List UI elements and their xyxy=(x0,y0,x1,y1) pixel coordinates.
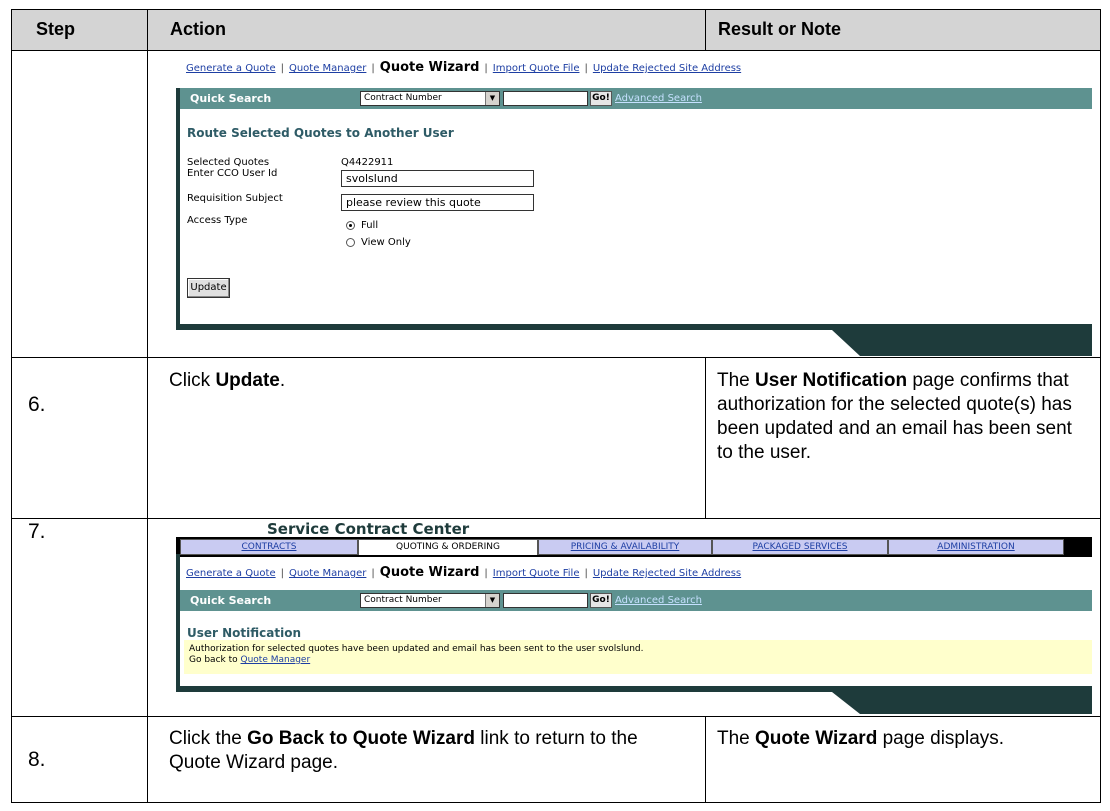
result-text: page displays. xyxy=(877,728,1005,749)
header-result: Result or Note xyxy=(718,19,842,39)
frame-border xyxy=(176,88,180,326)
go-back-prefix: Go back to xyxy=(189,655,241,665)
go-button[interactable]: Go! xyxy=(590,91,612,106)
frame-border xyxy=(176,554,180,690)
access-view-only-radio[interactable] xyxy=(346,238,355,247)
search-type-value: Contract Number xyxy=(364,595,442,605)
page-title: Route Selected Quotes to Another User xyxy=(187,126,454,140)
tab-administration[interactable]: ADMINISTRATION xyxy=(888,539,1064,555)
step-result: The User Notification page confirms that… xyxy=(717,369,1087,465)
cco-user-label: Enter CCO User Id xyxy=(187,168,278,179)
action-text: Click xyxy=(169,370,216,391)
table-header: Step Action Result or Note xyxy=(12,10,1100,51)
header-action: Action xyxy=(170,19,226,39)
step-action: Click Update. xyxy=(169,369,689,393)
requisition-subject-field[interactable]: please review this quote xyxy=(341,194,534,211)
advanced-search-link[interactable]: Advanced Search xyxy=(615,595,702,606)
quick-search-bar: Quick Search Contract Number ▼ Go! Advanc… xyxy=(180,590,1092,611)
link-update-rejected-site[interactable]: Update Rejected Site Address xyxy=(593,568,741,579)
notification-text: Authorization for selected quotes have b… xyxy=(189,644,644,654)
tab-contracts[interactable]: CONTRACTS xyxy=(180,539,358,555)
row-divider xyxy=(12,357,1100,358)
action-text: Click the xyxy=(169,728,248,749)
search-input[interactable] xyxy=(503,593,588,608)
access-full-label: Full xyxy=(361,220,379,231)
app-title: Service Contract Center xyxy=(267,520,470,538)
step-action: Click the Go Back to Quote Wizard link t… xyxy=(169,727,689,775)
chevron-down-icon: ▼ xyxy=(485,92,499,105)
procedure-table: Step Action Result or Note Generate a Qu… xyxy=(11,9,1101,803)
requisition-subject-label: Requisition Subject xyxy=(187,193,283,204)
link-quote-manager[interactable]: Quote Manager xyxy=(289,568,366,579)
access-view-only-label: View Only xyxy=(361,237,411,248)
advanced-search-link[interactable]: Advanced Search xyxy=(615,93,702,104)
search-type-value: Contract Number xyxy=(364,93,442,103)
col-divider xyxy=(147,10,148,803)
main-tabs: CONTRACTS QUOTING & ORDERING PRICING & A… xyxy=(176,537,1092,557)
action-bold: Go Back to Quote Wizard xyxy=(247,728,475,749)
nav-quote-wizard[interactable]: Quote Wizard xyxy=(380,60,480,75)
access-type-label: Access Type xyxy=(187,215,248,226)
go-button[interactable]: Go! xyxy=(590,593,612,608)
nav-quote-wizard[interactable]: Quote Wizard xyxy=(380,565,480,580)
col-divider xyxy=(705,10,706,50)
screenshot-route-quotes: Generate a Quote | Quote Manager | Quote Wiz… xyxy=(172,54,1092,356)
tab-packaged-services[interactable]: PACKAGED SERVICES xyxy=(712,539,888,555)
tab-pricing-availability[interactable]: PRICING & AVAILABILITY xyxy=(538,539,712,555)
frame-wedge xyxy=(832,692,1092,714)
result-bold: User Notification xyxy=(755,370,908,391)
result-text: The xyxy=(717,728,756,749)
search-input[interactable] xyxy=(503,91,588,106)
quote-manager-link[interactable]: Quote Manager xyxy=(241,655,311,665)
notification-message: Authorization for selected quotes have b… xyxy=(184,640,1092,674)
link-generate-quote[interactable]: Generate a Quote xyxy=(186,568,276,579)
row-divider xyxy=(12,518,1100,519)
screenshot-user-notification: Service Contract Center CONTRACTS QUOTIN… xyxy=(172,520,1092,714)
row-divider xyxy=(12,716,1100,717)
link-quote-manager[interactable]: Quote Manager xyxy=(289,63,366,74)
col-divider xyxy=(705,357,706,518)
step-number: 8. xyxy=(28,748,46,771)
header-step: Step xyxy=(36,19,76,39)
result-text: The xyxy=(717,370,756,391)
page-title: User Notification xyxy=(187,626,301,640)
quick-search-bar: Quick Search Contract Number ▼ Go! Advanc… xyxy=(180,88,1092,109)
selected-quotes-value: Q4422911 xyxy=(341,157,394,168)
link-import-quote-file[interactable]: Import Quote File xyxy=(493,568,580,579)
chevron-down-icon: ▼ xyxy=(485,594,499,607)
go-back-line: Go back to Quote Manager xyxy=(189,655,1087,666)
quote-nav-links: Generate a Quote | Quote Manager | Quote Wiz… xyxy=(186,565,742,580)
quick-search-label: Quick Search xyxy=(190,594,272,607)
tab-quoting-ordering[interactable]: QUOTING & ORDERING xyxy=(358,539,538,555)
step-number: 6. xyxy=(28,393,46,416)
quote-nav-links: Generate a Quote | Quote Manager | Quote Wiz… xyxy=(186,60,742,75)
link-import-quote-file[interactable]: Import Quote File xyxy=(493,63,580,74)
col-divider xyxy=(705,716,706,803)
access-full-radio[interactable] xyxy=(346,221,355,230)
link-update-rejected-site[interactable]: Update Rejected Site Address xyxy=(593,63,741,74)
search-type-select[interactable]: Contract Number ▼ xyxy=(360,593,500,608)
step-result: The Quote Wizard page displays. xyxy=(717,727,1097,751)
action-text: . xyxy=(279,370,286,391)
selected-quotes-label: Selected Quotes xyxy=(187,157,270,168)
frame-wedge xyxy=(832,330,1092,356)
search-type-select[interactable]: Contract Number ▼ xyxy=(360,91,500,106)
link-generate-quote[interactable]: Generate a Quote xyxy=(186,63,276,74)
step-number: 7. xyxy=(28,520,46,543)
result-bold: Quote Wizard xyxy=(755,728,878,749)
action-bold: Update xyxy=(215,370,280,391)
cco-user-field[interactable]: svolslund xyxy=(341,170,534,187)
update-button[interactable]: Update xyxy=(187,278,230,298)
quick-search-label: Quick Search xyxy=(190,92,272,105)
